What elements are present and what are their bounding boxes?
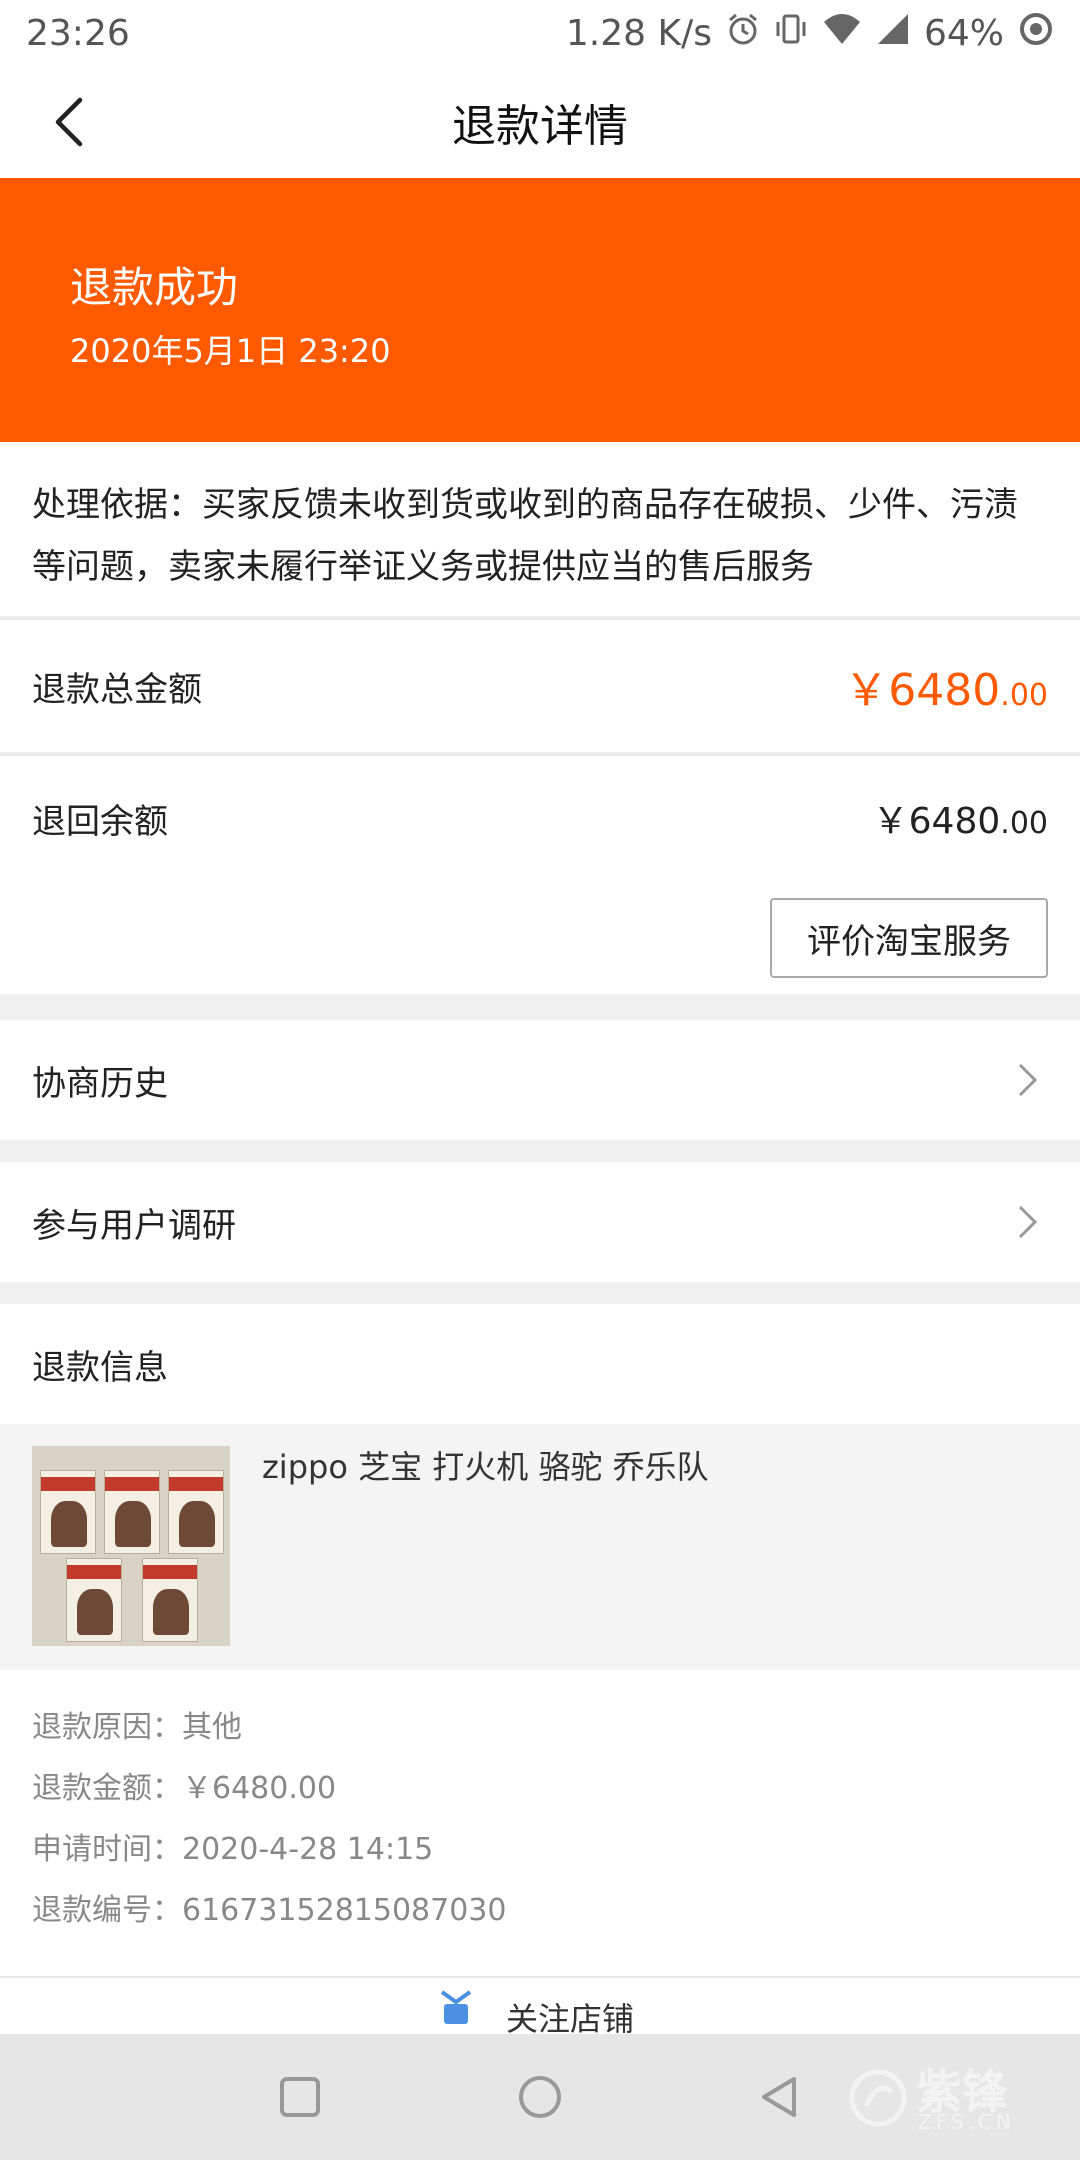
chevron-left-icon: [55, 97, 83, 147]
watermark: 紫锋 ZFS.CN: [846, 2052, 1046, 2142]
triangle-back-icon: [762, 2077, 796, 2117]
product-thumbnail: [32, 1446, 230, 1646]
battery-icon: [1018, 11, 1054, 56]
amount-decimal: .00: [1000, 678, 1048, 713]
refund-details: 退款原因：其他 退款金额：￥6480.00 申请时间：2020-4-28 14:…: [0, 1670, 1080, 1976]
battery-level: 64%: [923, 12, 1004, 54]
currency-symbol: ￥: [872, 801, 909, 842]
alarm-icon: [726, 12, 760, 55]
recents-button[interactable]: [270, 2067, 330, 2127]
chevron-right-icon: [1008, 1060, 1048, 1100]
amount-integer: 6480: [888, 665, 1001, 716]
vibrate-icon: [774, 12, 808, 55]
status-time: 23:26: [26, 12, 130, 54]
refund-amount: 退款金额：￥6480.00: [32, 1771, 337, 1806]
chevron-right-icon: [1008, 1202, 1048, 1242]
apply-time: 申请时间：2020-4-28 14:15: [32, 1832, 434, 1867]
refund-balance-row: 退回余额 ￥6480.00: [32, 792, 1048, 844]
amount-decimal: .00: [1000, 806, 1048, 841]
lighter-pack: [104, 1470, 160, 1554]
product-title: zippo 芝宝 打火机 骆驼 乔乐队: [262, 1448, 709, 1486]
refund-total-label: 退款总金额: [32, 669, 202, 710]
status-right: 1.28 K/s 64%: [566, 11, 1054, 56]
product-card[interactable]: zippo 芝宝 打火机 骆驼 乔乐队: [0, 1424, 1080, 1670]
lighter-pack: [142, 1558, 198, 1642]
refund-info-heading: 退款信息: [0, 1304, 1080, 1424]
watermark-subtext: ZFS.CN: [918, 2110, 1015, 2134]
wifi-icon: [822, 12, 862, 55]
negotiation-history-label: 协商历史: [32, 1063, 168, 1104]
refund-status-title: 退款成功: [70, 263, 239, 312]
user-survey-row[interactable]: 参与用户调研: [0, 1162, 1080, 1282]
refund-balance-amount: ￥6480.00: [873, 792, 1048, 844]
lighter-pack: [66, 1558, 122, 1642]
back-nav-button[interactable]: [750, 2067, 810, 2127]
back-button[interactable]: [40, 92, 100, 152]
processing-basis: 处理依据：买家反馈未收到货或收到的商品存在破损、少件、污渍等问题，卖家未履行举证…: [0, 442, 1080, 616]
refund-balance-block: 退回余额 ￥6480.00 评价淘宝服务: [0, 754, 1080, 994]
status-bar: 23:26 1.28 K/s 64%: [0, 0, 1080, 66]
nav-bar: 退款详情: [0, 66, 1080, 178]
refund-reason: 退款原因：其他: [32, 1710, 242, 1745]
rate-service-button[interactable]: 评价淘宝服务: [770, 898, 1048, 978]
partial-action-label: 关注店铺: [506, 2000, 635, 2034]
lighter-pack: [40, 1470, 96, 1554]
refund-status-time: 2020年5月1日 23:20: [70, 332, 391, 370]
lighter-pack: [168, 1470, 224, 1554]
amount-integer: 6480: [908, 801, 1001, 842]
currency-symbol: ￥: [844, 665, 889, 716]
home-button[interactable]: [510, 2067, 570, 2127]
refund-status-banner: 退款成功 2020年5月1日 23:20: [0, 178, 1080, 442]
page-title: 退款详情: [452, 101, 628, 152]
refund-number: 退款编号：61673152815087030: [32, 1893, 507, 1928]
negotiation-history-row[interactable]: 协商历史: [0, 1020, 1080, 1140]
circle-icon: [519, 2076, 561, 2118]
user-survey-label: 参与用户调研: [32, 1205, 236, 1246]
signal-icon: [876, 12, 910, 55]
refund-total-row: 退款总金额 ￥6480.00: [0, 618, 1080, 752]
square-icon: [280, 2077, 320, 2117]
net-speed: 1.28 K/s: [565, 12, 712, 54]
shop-icon: [436, 1988, 476, 2028]
watermark-logo-icon: [849, 2069, 907, 2127]
refund-balance-label: 退回余额: [32, 801, 168, 842]
partial-action-row[interactable]: 关注店铺: [0, 1978, 1080, 2034]
refund-total-amount: ￥6480.00: [844, 654, 1048, 718]
